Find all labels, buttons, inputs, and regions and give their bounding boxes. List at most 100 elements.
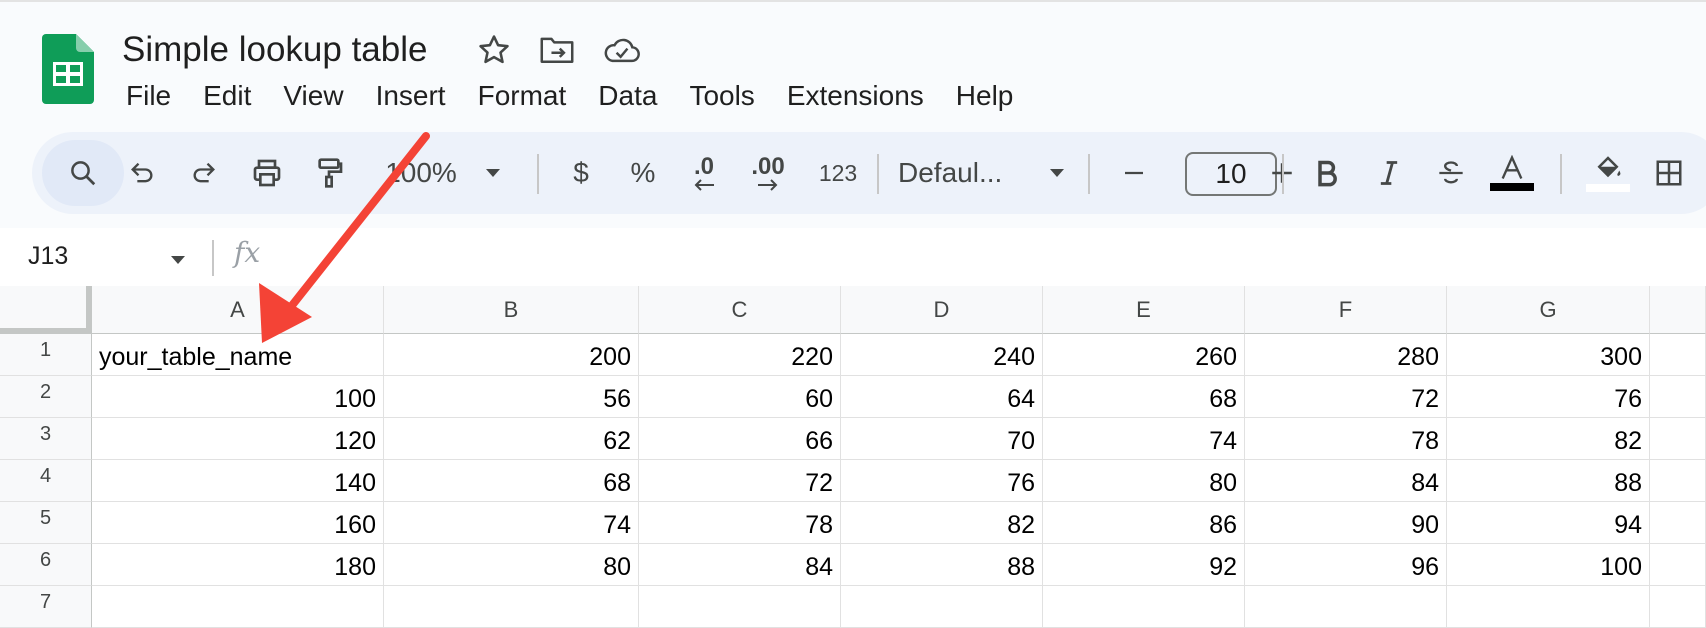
cell-next-6[interactable] [1650,544,1706,586]
cell-e3[interactable]: 74 [1043,418,1245,460]
cell-a1[interactable]: your_table_name [92,334,384,376]
cell-d3[interactable]: 70 [841,418,1043,460]
cell-c4[interactable]: 72 [639,460,841,502]
cell-d7[interactable] [841,586,1043,628]
cell-a6[interactable]: 180 [92,544,384,586]
cell-d6[interactable]: 88 [841,544,1043,586]
cell-a5[interactable]: 160 [92,502,384,544]
cell-d1[interactable]: 240 [841,334,1043,376]
cell-next-4[interactable] [1650,460,1706,502]
cell-b1[interactable]: 200 [384,334,639,376]
cell-b4[interactable]: 68 [384,460,639,502]
currency-format-button[interactable]: $ [558,132,604,214]
cell-c2[interactable]: 60 [639,376,841,418]
cell-c7[interactable] [639,586,841,628]
cell-c3[interactable]: 66 [639,418,841,460]
cell-c5[interactable]: 78 [639,502,841,544]
cell-f2[interactable]: 72 [1245,376,1447,418]
cell-b7[interactable] [384,586,639,628]
document-title[interactable]: Simple lookup table [122,28,427,72]
cell-c1[interactable]: 220 [639,334,841,376]
undo-icon[interactable] [120,132,164,214]
cell-g2[interactable]: 76 [1447,376,1650,418]
borders-icon[interactable] [1646,132,1692,214]
cell-next-7[interactable] [1650,586,1706,628]
cell-g5[interactable]: 94 [1447,502,1650,544]
cell-g4[interactable]: 88 [1447,460,1650,502]
row-header-7[interactable]: 7 [0,586,92,628]
number-format-button[interactable]: 123 [808,132,868,214]
redo-icon[interactable] [182,132,226,214]
cell-f1[interactable]: 280 [1245,334,1447,376]
cell-e2[interactable]: 68 [1043,376,1245,418]
column-header-a[interactable]: A [92,286,384,334]
cell-f7[interactable] [1245,586,1447,628]
cell-e7[interactable] [1043,586,1245,628]
menu-data[interactable]: Data [582,76,673,116]
column-header-e[interactable]: E [1043,286,1245,334]
font-family-select[interactable]: Defaul... [898,132,1038,214]
cell-a7[interactable] [92,586,384,628]
cell-g3[interactable]: 82 [1447,418,1650,460]
column-header-c[interactable]: C [639,286,841,334]
cell-g6[interactable]: 100 [1447,544,1650,586]
menu-help[interactable]: Help [940,76,1030,116]
cell-f5[interactable]: 90 [1245,502,1447,544]
name-box[interactable]: J13 [28,238,68,274]
menu-view[interactable]: View [267,76,359,116]
move-folder-icon[interactable] [537,30,577,70]
column-header-g[interactable]: G [1447,286,1650,334]
cell-f4[interactable]: 84 [1245,460,1447,502]
italic-icon[interactable] [1366,132,1412,214]
paint-format-icon[interactable] [306,132,352,214]
menu-file[interactable]: File [110,76,187,116]
cell-d5[interactable]: 82 [841,502,1043,544]
name-box-dropdown-icon[interactable] [170,252,186,270]
increase-decimal-button[interactable]: .00 [738,132,798,214]
cell-g1[interactable]: 300 [1447,334,1650,376]
cell-e1[interactable]: 260 [1043,334,1245,376]
bold-icon[interactable] [1304,132,1350,214]
menu-tools[interactable]: Tools [673,76,770,116]
menu-edit[interactable]: Edit [187,76,267,116]
minus-icon[interactable] [1112,132,1156,214]
cell-f3[interactable]: 78 [1245,418,1447,460]
text-color-button[interactable] [1488,132,1536,214]
cell-b2[interactable]: 56 [384,376,639,418]
row-header-1[interactable]: 1 [0,334,92,376]
cell-next-3[interactable] [1650,418,1706,460]
column-header-b[interactable]: B [384,286,639,334]
zoom-dropdown-icon[interactable] [478,132,508,214]
row-header-3[interactable]: 3 [0,418,92,460]
row-header-2[interactable]: 2 [0,376,92,418]
cell-b3[interactable]: 62 [384,418,639,460]
strikethrough-icon[interactable] [1428,132,1474,214]
font-dropdown-icon[interactable] [1042,132,1072,214]
fill-color-button[interactable] [1584,132,1632,214]
zoom-select[interactable]: 100% [366,132,476,214]
sheets-logo-icon[interactable] [42,34,94,104]
print-icon[interactable] [244,132,290,214]
decrease-decimal-button[interactable]: .0 [678,132,730,214]
cell-g7[interactable] [1447,586,1650,628]
cell-next-2[interactable] [1650,376,1706,418]
search-icon[interactable] [54,132,112,214]
menu-extensions[interactable]: Extensions [771,76,940,116]
column-header-next[interactable] [1650,286,1706,334]
cell-b5[interactable]: 74 [384,502,639,544]
column-header-f[interactable]: F [1245,286,1447,334]
percent-format-button[interactable]: % [620,132,666,214]
row-header-5[interactable]: 5 [0,502,92,544]
star-icon[interactable] [474,30,514,70]
row-header-6[interactable]: 6 [0,544,92,586]
cell-e5[interactable]: 86 [1043,502,1245,544]
cell-f6[interactable]: 96 [1245,544,1447,586]
menu-insert[interactable]: Insert [360,76,462,116]
select-all-corner[interactable] [0,286,92,334]
cell-b6[interactable]: 80 [384,544,639,586]
cell-a4[interactable]: 140 [92,460,384,502]
cell-next-5[interactable] [1650,502,1706,544]
cell-next-1[interactable] [1650,334,1706,376]
cloud-saved-icon[interactable] [602,30,642,70]
cell-a2[interactable]: 100 [92,376,384,418]
